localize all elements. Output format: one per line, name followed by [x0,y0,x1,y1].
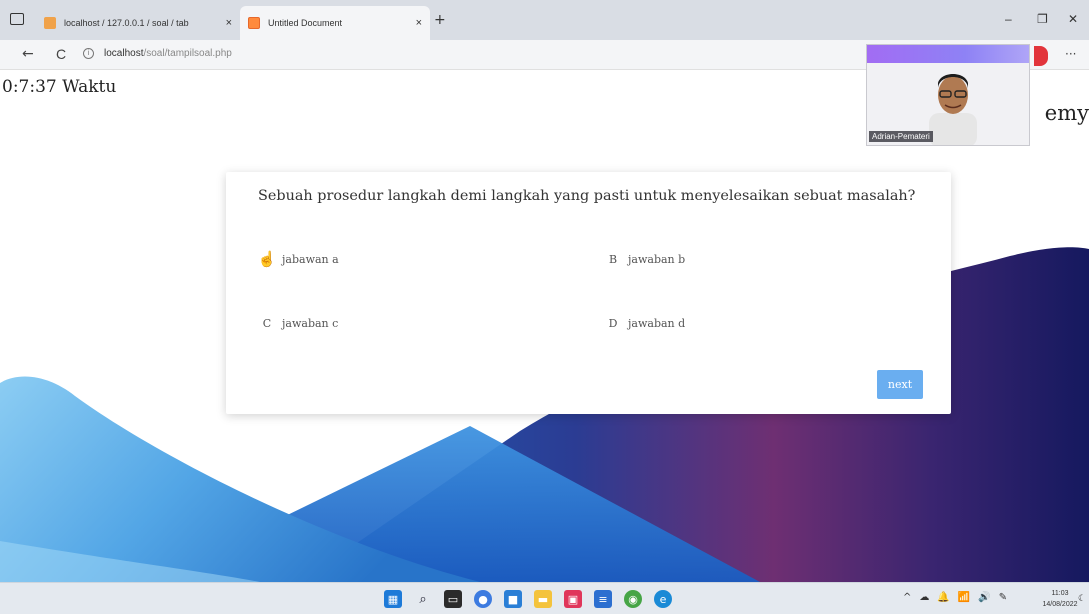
volume-icon[interactable]: 🔊 [978,592,990,603]
tab-untitled-document[interactable]: Untitled Document × [240,6,430,40]
answer-option-c[interactable]: C jawaban c [252,308,552,338]
restore-button[interactable]: ❐ [1037,12,1048,26]
pointer-hand-icon: ☝ [257,250,277,268]
option-key: C [262,316,272,330]
quiz-card: Sebuah prosedur langkah demi langkah yan… [226,172,951,414]
tab-close-icon[interactable]: × [226,17,232,29]
clock-time: 11:03 [1051,590,1069,597]
brand-title-fragment: emy [1044,101,1089,125]
answer-option-b[interactable]: B jawaban b [598,244,898,274]
chat-icon[interactable]: ● [474,590,492,608]
document-favicon-icon [248,17,260,29]
task-view-icon[interactable]: ▭ [444,590,462,608]
search-icon[interactable]: ⌕ [414,590,432,608]
edge-icon[interactable]: e [654,590,672,608]
presenter-name: Adrian-Pemateri [869,131,933,142]
file-explorer-icon[interactable]: ▬ [534,590,552,608]
answer-option-a[interactable]: ☝ jabawan a [252,244,552,274]
url-host: localhost [104,48,144,59]
taskbar: ▦ ⌕ ▭ ● ■ ▬ ▣ ≡ ◉ e ^ ☁ 🔔 📶 🔊 ✎ 11:03 14… [0,582,1089,614]
option-label: jawaban d [628,316,686,330]
new-tab-button[interactable]: + [434,12,446,28]
question-text: Sebuah prosedur langkah demi langkah yan… [258,188,916,204]
webcam-overlay: Adrian-Pemateri [866,44,1030,146]
taskbar-clock[interactable]: 11:03 14/08/2022 [1040,588,1080,610]
show-hidden-icons-icon[interactable]: ^ [903,592,911,603]
taskbar-apps: ▦ ⌕ ▭ ● ■ ▬ ▣ ≡ ◉ e [384,590,672,608]
system-tray: ^ ☁ 🔔 📶 🔊 ✎ [903,592,1007,603]
tab-title: localhost / 127.0.0.1 / soal / tab [64,18,189,28]
option-key: B [608,252,618,266]
wifi-icon[interactable]: 📶 [958,592,970,603]
pen-icon[interactable]: ✎ [999,592,1007,603]
start-icon[interactable]: ▦ [384,590,402,608]
countdown-timer: 0:7:37 Waktu [2,77,117,97]
clock-date: 14/08/2022 [1042,601,1078,608]
url-field[interactable]: localhost/soal/tampilsoal.php [104,48,232,59]
recording-indicator [1034,46,1048,66]
option-label: jawaban b [628,252,686,266]
site-info-icon[interactable]: i [83,48,94,59]
browser-tab-bar: localhost / 127.0.0.1 / soal / tab × Unt… [0,0,1089,40]
url-path: /soal/tampilsoal.php [143,48,232,59]
option-label: jabawan a [282,252,339,266]
answer-option-d[interactable]: D jawaban d [598,308,898,338]
next-button[interactable]: next [877,370,923,399]
notification-bell-icon[interactable]: 🔔 [937,592,949,603]
phpmyadmin-favicon-icon [44,17,56,29]
tab-close-icon[interactable]: × [416,17,422,29]
presenter-video [929,74,977,145]
option-key: D [608,316,618,330]
app-icon[interactable]: ▣ [564,590,582,608]
minimize-button[interactable]: – [1005,12,1012,26]
close-window-button[interactable]: ✕ [1068,12,1078,26]
reload-button[interactable]: C [56,46,66,62]
option-label: jawaban c [282,316,339,330]
zoom-icon[interactable]: ■ [504,590,522,608]
more-menu-button[interactable]: ··· [1065,47,1076,61]
page-content: 0:7:37 Waktu emy Sebuah prosedur langkah… [0,71,1089,582]
onedrive-icon[interactable]: ☁ [919,592,929,603]
tab-phpmyadmin[interactable]: localhost / 127.0.0.1 / soal / tab × [36,6,240,40]
back-button[interactable]: ← [22,46,34,62]
tab-title: Untitled Document [268,18,343,28]
chrome-icon[interactable]: ◉ [624,590,642,608]
notepad-icon[interactable]: ≡ [594,590,612,608]
tab-actions-icon[interactable] [10,13,24,25]
notification-center-icon[interactable]: ☾ [1078,594,1086,604]
